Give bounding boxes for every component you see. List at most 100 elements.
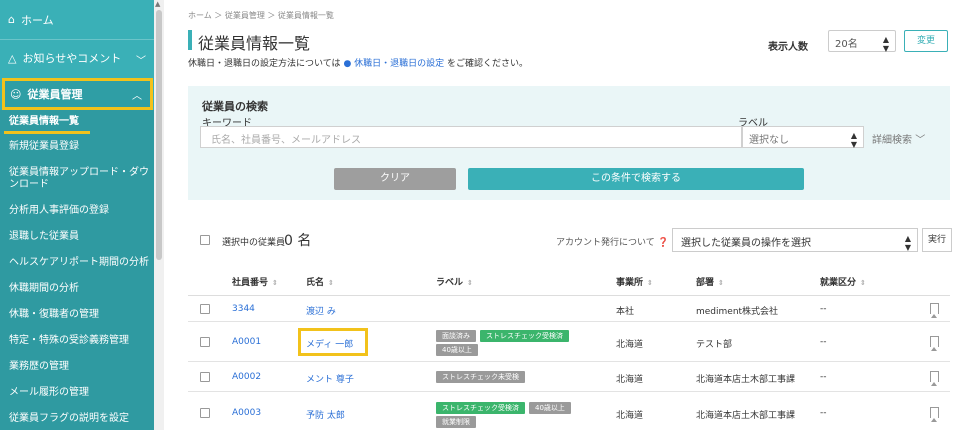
table-row[interactable]: 3344 渡辺 み 本社 mediment株式会社 -- — [188, 296, 950, 322]
employee-id-link[interactable]: 3344 — [232, 304, 255, 314]
help-icon[interactable]: ❓ — [658, 238, 669, 248]
header-name[interactable]: 氏名 ⇕ — [306, 275, 334, 288]
row-checkbox[interactable] — [200, 337, 210, 347]
bookmark-icon[interactable] — [930, 336, 939, 351]
header-employee-id[interactable]: 社員番号 ⇕ — [232, 275, 278, 288]
sidebar-home-label: ホーム — [20, 13, 54, 27]
header-dept[interactable]: 部署 ⇕ — [696, 275, 724, 288]
select-all-checkbox[interactable] — [200, 235, 210, 245]
sidebar-item-label: ヘルスケアリポート期間の分析 — [9, 257, 149, 268]
sidebar-item-mail[interactable]: メール履形の管理 — [0, 380, 156, 406]
table-row[interactable]: A0003 予防 太郎 ストレスチェック受検済 40歳以上就業制限 北海道 北海道… — [188, 392, 950, 430]
row-checkbox[interactable] — [200, 372, 210, 382]
scroll-up-icon[interactable]: ▲ — [155, 0, 160, 8]
sidebar-item-flags[interactable]: 従業員フラグの説明を設定 — [0, 406, 156, 430]
sort-icon[interactable]: ⇕ — [647, 279, 653, 287]
employee-name-link[interactable]: 予防 太郎 — [306, 408, 345, 421]
display-count-select[interactable]: 20名 ▲ ▼ — [828, 30, 896, 53]
dept-cell: mediment株式会社 — [696, 307, 779, 317]
label-tag: 就業制限 — [436, 416, 476, 428]
employee-id-link[interactable]: A0002 — [232, 372, 261, 382]
dept-cell: 北海道本店土木部工事課 — [696, 375, 796, 385]
selected-count: 0 名 — [284, 233, 312, 249]
sidebar-item-label: 業務歴の管理 — [9, 361, 69, 372]
employee-name-link[interactable]: 渡辺 み — [306, 304, 336, 317]
employment-cell: -- — [820, 337, 827, 347]
table-row[interactable]: A0002 メント 尊子 ストレスチェック未受検 北海道 北海道本店土木部工事課… — [188, 362, 950, 392]
sidebar-scrollbar[interactable]: ▲ — [154, 0, 164, 430]
bookmark-icon[interactable] — [930, 371, 939, 386]
header-label-col[interactable]: ラベル ⇕ — [436, 275, 473, 288]
label-tag: 40歳以上 — [436, 344, 478, 356]
dept-cell: テスト部 — [696, 340, 733, 350]
breadcrumb: ホーム ＞ 従業員管理 ＞ 従業員情報一覧 — [188, 11, 334, 20]
office-cell: 北海道 — [616, 375, 644, 385]
sort-icon[interactable]: ⇕ — [328, 279, 334, 287]
sidebar-item-home[interactable]: ⌂ ホーム — [0, 0, 156, 40]
search-title: 従業員の検索 — [202, 100, 268, 113]
sort-icon[interactable]: ⇕ — [272, 279, 278, 287]
label-tag: ストレスチェック未受検 — [436, 371, 525, 383]
employee-name-link[interactable]: メディ 一郎 — [306, 337, 353, 350]
sidebar-item-label: 新規従業員登録 — [9, 141, 79, 152]
sidebar-item-retired[interactable]: 退職した従業員 — [0, 224, 156, 250]
sidebar-submenu: 従業員情報一覧 新規従業員登録 従業員情報アップロード・ダウンロード 分析用人事… — [0, 110, 156, 430]
sidebar-item-upload-download[interactable]: 従業員情報アップロード・ダウンロード — [0, 160, 156, 198]
sidebar: ⌂ ホーム △ お知らせやコメント ﹀ ☺ 従業員管理 ︿ 従業員情報一覧 新規… — [0, 0, 156, 430]
keyword-input[interactable]: 氏名、社員番号、メールアドレス — [200, 126, 742, 148]
header-employment[interactable]: 就業区分 ⇕ — [820, 275, 866, 288]
sidebar-item-leave-manage[interactable]: 休職・復職者の管理 — [0, 302, 156, 328]
sidebar-item-label: 従業員フラグの説明を設定 — [9, 413, 129, 424]
header-label: 事業所 — [616, 278, 644, 288]
office-cell: 本社 — [616, 307, 635, 317]
sort-icon[interactable]: ⇕ — [860, 279, 866, 287]
employee-name-link[interactable]: メント 尊子 — [306, 372, 354, 385]
chevron-up-icon: ︿ — [132, 91, 142, 102]
table-row[interactable]: A0001 メディ 一郎 面談済み ストレスチェック受検済40歳以上 北海道 テス… — [188, 322, 950, 362]
select-arrows-icon: ▲ ▼ — [850, 131, 857, 149]
header-label: 部署 — [696, 278, 715, 288]
sidebar-group-label: 従業員管理 — [27, 88, 83, 101]
employment-cell: -- — [820, 408, 827, 418]
sidebar-item-special-exam[interactable]: 特定・特殊の受診義務管理 — [0, 328, 156, 354]
label-tag: ストレスチェック受検済 — [480, 330, 569, 342]
change-button[interactable]: 変更 — [904, 30, 948, 52]
employee-id-link[interactable]: A0003 — [232, 408, 261, 418]
sidebar-item-evaluation[interactable]: 分析用人事評価の登録 — [0, 198, 156, 224]
employee-id-link[interactable]: A0001 — [232, 337, 261, 347]
label-tags: 面談済み ストレスチェック受検済40歳以上 — [436, 330, 611, 358]
sidebar-item-new-employee[interactable]: 新規従業員登録 — [0, 134, 156, 160]
bookmark-icon[interactable] — [930, 303, 939, 318]
employment-cell: -- — [820, 304, 827, 314]
sort-icon[interactable]: ⇕ — [718, 279, 724, 287]
sidebar-item-leave-analysis[interactable]: 休職期間の分析 — [0, 276, 156, 302]
label-select-value: 選択なし — [749, 135, 789, 146]
sidebar-item-healthcare[interactable]: ヘルスケアリポート期間の分析 — [0, 250, 156, 276]
bookmark-icon[interactable] — [930, 407, 939, 422]
sidebar-group-employee[interactable]: ☺ 従業員管理 ︿ — [2, 78, 153, 110]
label-tags: ストレスチェック受検済 40歳以上就業制限 — [436, 402, 611, 430]
active-underline — [4, 131, 90, 134]
search-button[interactable]: この条件で検索する — [468, 168, 804, 190]
header-office[interactable]: 事業所 ⇕ — [616, 275, 653, 288]
sidebar-item-employee-list[interactable]: 従業員情報一覧 — [0, 110, 156, 134]
label-select[interactable]: 選択なし ▲ ▼ — [742, 126, 864, 149]
clear-button[interactable]: クリア — [334, 168, 456, 190]
row-checkbox[interactable] — [200, 304, 210, 314]
label-tag: 面談済み — [436, 330, 476, 342]
scrollbar-thumb[interactable] — [156, 10, 162, 260]
table-header: 社員番号 ⇕ 氏名 ⇕ ラベル ⇕ 事業所 ⇕ 部署 ⇕ 就業区分 ⇕ — [188, 264, 950, 296]
sidebar-item-work-history[interactable]: 業務歴の管理 — [0, 354, 156, 380]
label-tags: ストレスチェック未受検 — [436, 371, 611, 385]
execute-button[interactable]: 実行 — [922, 228, 952, 252]
bulk-operation-select[interactable]: 選択した従業員の操作を選択 ▲ ▼ — [672, 228, 918, 252]
row-checkbox[interactable] — [200, 408, 210, 418]
main-content: ホーム ＞ 従業員管理 ＞ 従業員情報一覧 従業員情報一覧 休職日・退職日の設定… — [168, 0, 968, 430]
sort-icon[interactable]: ⇕ — [467, 279, 473, 287]
label-tag: ストレスチェック受検済 — [436, 402, 525, 414]
home-icon: ⌂ — [8, 13, 15, 26]
leave-settings-link[interactable]: 休職日・退職日の設定 — [354, 59, 444, 69]
sidebar-item-notice[interactable]: △ お知らせやコメント ﹀ — [0, 40, 156, 76]
account-issue-info[interactable]: アカウント発行について ❓ — [556, 235, 669, 248]
advanced-search-toggle[interactable]: 詳細検索 ﹀ — [872, 131, 925, 146]
